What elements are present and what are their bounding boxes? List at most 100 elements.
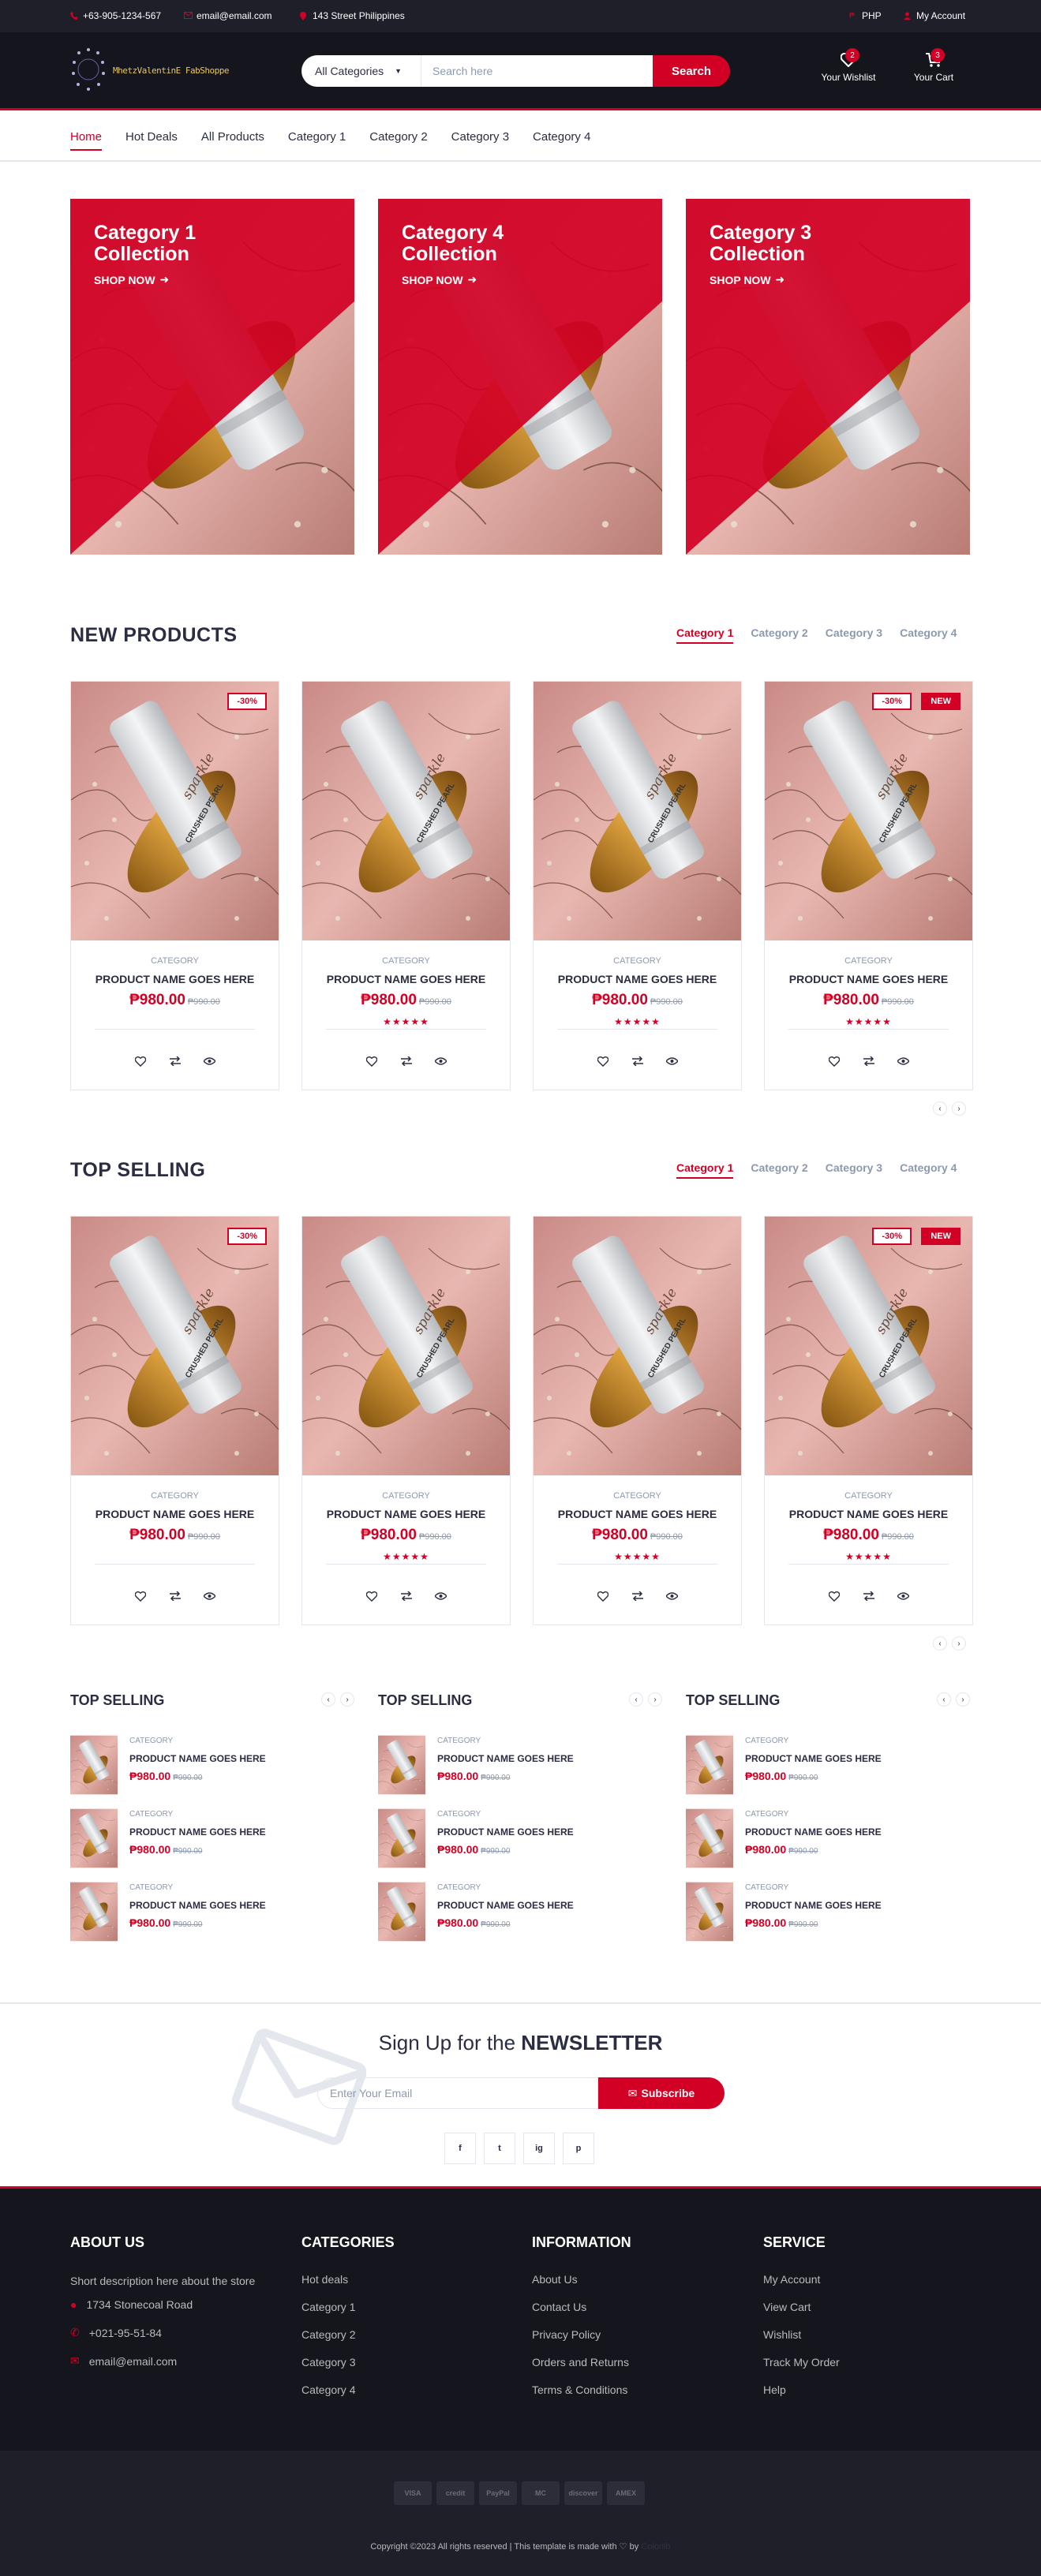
compare-exchange-icon[interactable] <box>631 1589 645 1603</box>
widget-product-name[interactable]: PRODUCT NAME GOES HERE <box>437 1900 574 1911</box>
widget-product-image[interactable] <box>378 1881 425 1942</box>
product-card[interactable]: sparkle CRUSHED PEARL CATEGORY PRODUCT NAME… <box>533 1216 742 1625</box>
chevron-right-icon[interactable]: › <box>956 1692 970 1707</box>
footer-link[interactable]: View Cart <box>763 2301 960 2313</box>
nav-item-hot-deals[interactable]: Hot Deals <box>125 130 178 151</box>
twitter-icon[interactable]: t <box>484 2133 515 2164</box>
quick-view-eye-icon[interactable] <box>203 1054 217 1068</box>
tab-category-3[interactable]: Category 3 <box>826 626 882 644</box>
footer-link[interactable]: Help <box>763 2383 960 2396</box>
quick-view-eye-icon[interactable] <box>434 1589 448 1603</box>
add-to-wishlist-heart-icon[interactable] <box>596 1054 610 1068</box>
compare-exchange-icon[interactable] <box>168 1054 182 1068</box>
shop-now-link[interactable]: SHOP NOW ➜ <box>94 273 169 286</box>
add-to-wishlist-heart-icon[interactable] <box>365 1589 379 1603</box>
nav-item-category-2[interactable]: Category 2 <box>369 130 427 151</box>
compare-exchange-icon[interactable] <box>399 1589 414 1603</box>
footer-link[interactable]: Category 4 <box>301 2383 499 2396</box>
add-to-wishlist-heart-icon[interactable] <box>133 1589 148 1603</box>
product-name[interactable]: PRODUCT NAME GOES HERE <box>302 973 510 985</box>
product-card[interactable]: sparkle CRUSHED PEARL -30% CATEGORY PRODUCT … <box>70 1216 279 1625</box>
widget-product-image[interactable] <box>686 1808 733 1869</box>
compare-exchange-icon[interactable] <box>631 1054 645 1068</box>
widget-product-name[interactable]: PRODUCT NAME GOES HERE <box>745 1826 882 1838</box>
widget-product-image[interactable] <box>70 1734 118 1796</box>
product-name[interactable]: PRODUCT NAME GOES HERE <box>765 1508 972 1520</box>
cart-button[interactable]: 3 Your Cart <box>906 48 961 83</box>
chevron-left-icon[interactable]: ‹ <box>933 1636 947 1651</box>
quick-view-eye-icon[interactable] <box>203 1589 217 1603</box>
my-account-link[interactable]: My Account <box>904 10 965 21</box>
add-to-wishlist-heart-icon[interactable] <box>827 1054 841 1068</box>
shop-banner-category-1[interactable]: Category 1 Collection SHOP NOW ➜ <box>70 199 354 555</box>
product-name[interactable]: PRODUCT NAME GOES HERE <box>765 973 972 985</box>
chevron-left-icon[interactable]: ‹ <box>629 1692 643 1707</box>
nav-item-category-3[interactable]: Category 3 <box>451 130 509 151</box>
chevron-right-icon[interactable]: › <box>952 1636 966 1651</box>
widget-product[interactable]: CATEGORY PRODUCT NAME GOES HERE ₱980.00 ₱99… <box>378 1881 662 1942</box>
currency-link[interactable]: ₱ PHP <box>849 10 882 21</box>
add-to-wishlist-heart-icon[interactable] <box>827 1589 841 1603</box>
chevron-left-icon[interactable]: ‹ <box>321 1692 335 1707</box>
add-to-wishlist-heart-icon[interactable] <box>133 1054 148 1068</box>
credit-link[interactable]: Colorlib <box>641 2542 670 2552</box>
widget-product[interactable]: CATEGORY PRODUCT NAME GOES HERE ₱980.00 ₱99… <box>70 1734 354 1796</box>
category-select[interactable]: All Categories ▼ <box>301 55 421 87</box>
shop-banner-category-3[interactable]: Category 3 Collection SHOP NOW ➜ <box>686 199 970 555</box>
widget-product-image[interactable] <box>378 1734 425 1796</box>
search-input[interactable]: Search here <box>421 55 653 87</box>
footer-address[interactable]: ● 1734 Stonecoal Road <box>70 2298 268 2311</box>
tab-category-4[interactable]: Category 4 <box>900 1161 957 1179</box>
widget-product[interactable]: CATEGORY PRODUCT NAME GOES HERE ₱980.00 ₱99… <box>686 1881 970 1942</box>
wishlist-button[interactable]: 2 Your Wishlist <box>817 48 880 83</box>
chevron-right-icon[interactable]: › <box>648 1692 662 1707</box>
compare-exchange-icon[interactable] <box>399 1054 414 1068</box>
nav-item-home[interactable]: Home <box>70 130 103 151</box>
footer-email[interactable]: ✉ email@email.com <box>70 2354 268 2368</box>
phone-link[interactable]: +63-905-1234-567 <box>70 10 161 21</box>
footer-link[interactable]: Terms & Conditions <box>532 2383 729 2396</box>
instagram-icon[interactable]: ig <box>523 2133 555 2164</box>
product-name[interactable]: PRODUCT NAME GOES HERE <box>534 973 741 985</box>
logo[interactable]: MhetzValentinE FabShoppe <box>70 45 229 95</box>
chevron-right-icon[interactable]: › <box>340 1692 354 1707</box>
widget-product[interactable]: CATEGORY PRODUCT NAME GOES HERE ₱980.00 ₱99… <box>686 1808 970 1869</box>
footer-link[interactable]: Hot deals <box>301 2273 499 2286</box>
footer-link[interactable]: Privacy Policy <box>532 2328 729 2341</box>
product-image[interactable]: sparkle CRUSHED PEARL <box>71 682 279 940</box>
product-name[interactable]: PRODUCT NAME GOES HERE <box>71 1508 279 1520</box>
footer-link[interactable]: Contact Us <box>532 2301 729 2313</box>
chevron-right-icon[interactable]: › <box>952 1101 966 1116</box>
search-button[interactable]: Search <box>653 55 730 87</box>
product-image[interactable]: sparkle CRUSHED PEARL <box>302 1217 510 1475</box>
footer-link[interactable]: Wishlist <box>763 2328 960 2341</box>
shop-now-link[interactable]: SHOP NOW ➜ <box>402 273 477 286</box>
product-image[interactable]: sparkle CRUSHED PEARL <box>534 682 741 940</box>
footer-link[interactable]: Track My Order <box>763 2356 960 2368</box>
chevron-left-icon[interactable]: ‹ <box>933 1101 947 1116</box>
email-link[interactable]: email@email.com <box>184 10 272 21</box>
widget-product-image[interactable] <box>378 1808 425 1869</box>
product-card[interactable]: sparkle CRUSHED PEARL -30% CATEGORY PRODUCT … <box>70 681 279 1090</box>
add-to-wishlist-heart-icon[interactable] <box>596 1589 610 1603</box>
widget-product-image[interactable] <box>70 1881 118 1942</box>
footer-link[interactable]: My Account <box>763 2273 960 2286</box>
quick-view-eye-icon[interactable] <box>665 1589 680 1603</box>
widget-product-image[interactable] <box>686 1734 733 1796</box>
product-card[interactable]: sparkle CRUSHED PEARL CATEGORY PRODUCT NAME… <box>301 681 511 1090</box>
product-card[interactable]: sparkle CRUSHED PEARL -30% NEW CATEGORY PRODU… <box>764 1216 973 1625</box>
footer-phone[interactable]: ✆ +021-95-51-84 <box>70 2326 268 2339</box>
compare-exchange-icon[interactable] <box>168 1589 182 1603</box>
quick-view-eye-icon[interactable] <box>665 1054 680 1068</box>
widget-product-name[interactable]: PRODUCT NAME GOES HERE <box>129 1753 266 1764</box>
product-image[interactable]: sparkle CRUSHED PEARL <box>765 1217 972 1475</box>
nav-item-category-4[interactable]: Category 4 <box>533 130 590 151</box>
product-card[interactable]: sparkle CRUSHED PEARL CATEGORY PRODUCT NAME… <box>301 1216 511 1625</box>
widget-product-name[interactable]: PRODUCT NAME GOES HERE <box>437 1826 574 1838</box>
product-image[interactable]: sparkle CRUSHED PEARL <box>302 682 510 940</box>
quick-view-eye-icon[interactable] <box>434 1054 448 1068</box>
nav-item-category-1[interactable]: Category 1 <box>288 130 346 151</box>
footer-link[interactable]: Category 2 <box>301 2328 499 2341</box>
nav-item-all-products[interactable]: All Products <box>201 130 264 151</box>
tab-category-2[interactable]: Category 2 <box>751 1161 807 1179</box>
